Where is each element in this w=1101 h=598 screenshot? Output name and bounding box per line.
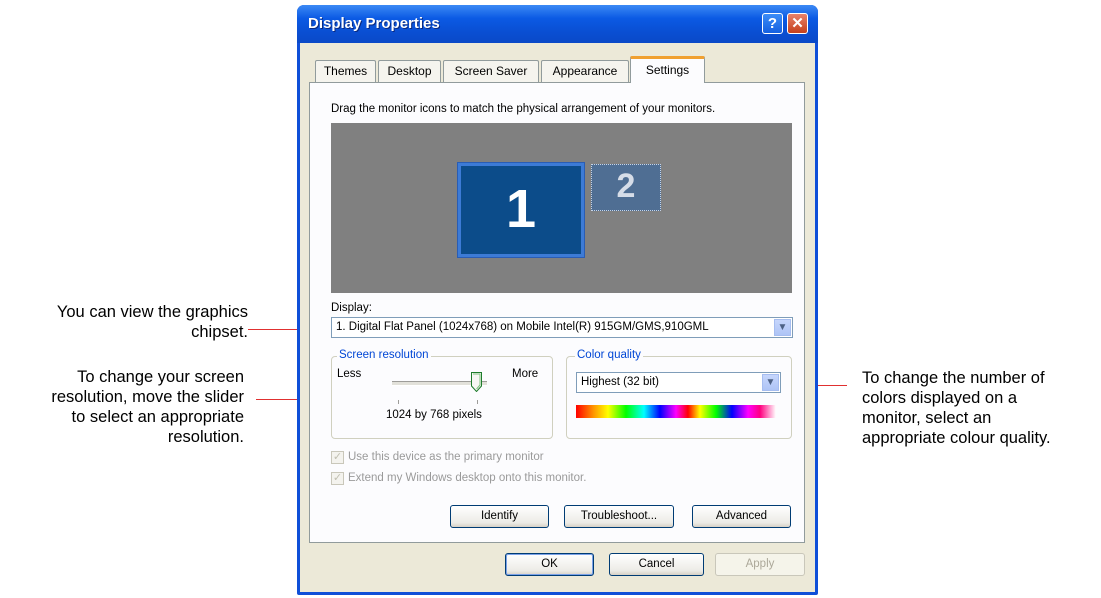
chevron-down-icon[interactable]: ▼ — [774, 319, 791, 336]
troubleshoot-button[interactable]: Troubleshoot... — [564, 505, 674, 528]
tab-themes[interactable]: Themes — [315, 60, 376, 82]
extend-desktop-label: Extend my Windows desktop onto this moni… — [348, 472, 587, 484]
title-bar[interactable]: Display Properties ? ✕ — [297, 5, 818, 43]
display-properties-window: Display Properties ? ✕ Themes Desktop Sc… — [297, 5, 818, 595]
instruction-text: Drag the monitor icons to match the phys… — [331, 103, 716, 115]
slider-tick — [398, 400, 399, 404]
primary-monitor-checkbox[interactable]: ✓ — [331, 451, 344, 464]
display-select-value: 1. Digital Flat Panel (1024x768) on Mobi… — [336, 321, 709, 333]
resolution-slider-thumb[interactable] — [471, 372, 482, 392]
close-icon: ✕ — [791, 15, 804, 32]
slider-less-label: Less — [337, 368, 362, 380]
dialog-client-area: Themes Desktop Screen Saver Appearance S… — [300, 43, 815, 592]
tab-screen-saver[interactable]: Screen Saver — [443, 60, 539, 82]
slider-more-label: More — [512, 368, 539, 380]
cancel-button[interactable]: Cancel — [609, 553, 704, 576]
display-select[interactable]: 1. Digital Flat Panel (1024x768) on Mobi… — [331, 317, 793, 338]
screen-resolution-group: Screen resolution Less More 1024 by 768 … — [331, 349, 553, 439]
color-quality-legend: Color quality — [575, 349, 643, 361]
monitor-arrangement-area[interactable]: 1 2 — [331, 123, 792, 293]
monitor-2-icon[interactable]: 2 — [591, 164, 661, 211]
callout-graphics-chipset: You can view the graphics chipset. — [56, 303, 248, 341]
tab-settings[interactable]: Settings — [630, 56, 705, 83]
help-icon: ? — [767, 15, 778, 32]
color-spectrum-bar — [576, 405, 776, 418]
callout-color-quality: To change the number of colors displayed… — [862, 369, 1051, 447]
display-label: Display: — [331, 302, 372, 314]
color-quality-select[interactable]: Highest (32 bit) ▼ — [576, 372, 781, 393]
apply-button[interactable]: Apply — [715, 553, 805, 576]
color-quality-value: Highest (32 bit) — [581, 376, 659, 388]
ok-button[interactable]: OK — [505, 553, 594, 576]
color-quality-group: Color quality Highest (32 bit) ▼ — [566, 349, 792, 439]
screen-resolution-legend: Screen resolution — [337, 349, 431, 361]
help-button[interactable]: ? — [762, 13, 783, 34]
chevron-down-icon[interactable]: ▼ — [762, 374, 779, 391]
tab-desktop[interactable]: Desktop — [378, 60, 441, 82]
advanced-button[interactable]: Advanced — [692, 505, 791, 528]
primary-monitor-label: Use this device as the primary monitor — [348, 451, 544, 463]
settings-panel: Drag the monitor icons to match the phys… — [309, 82, 805, 543]
extend-desktop-checkbox[interactable]: ✓ — [331, 472, 344, 485]
close-button[interactable]: ✕ — [787, 13, 808, 34]
monitor-1-icon[interactable]: 1 — [458, 163, 584, 257]
identify-button[interactable]: Identify — [450, 505, 549, 528]
resolution-value-text: 1024 by 768 pixels — [386, 409, 482, 421]
window-title: Display Properties — [308, 15, 440, 32]
tab-appearance[interactable]: Appearance — [541, 60, 629, 82]
callout-screen-resolution: To change your screen resolution, move t… — [51, 368, 244, 446]
slider-tick — [477, 400, 478, 404]
